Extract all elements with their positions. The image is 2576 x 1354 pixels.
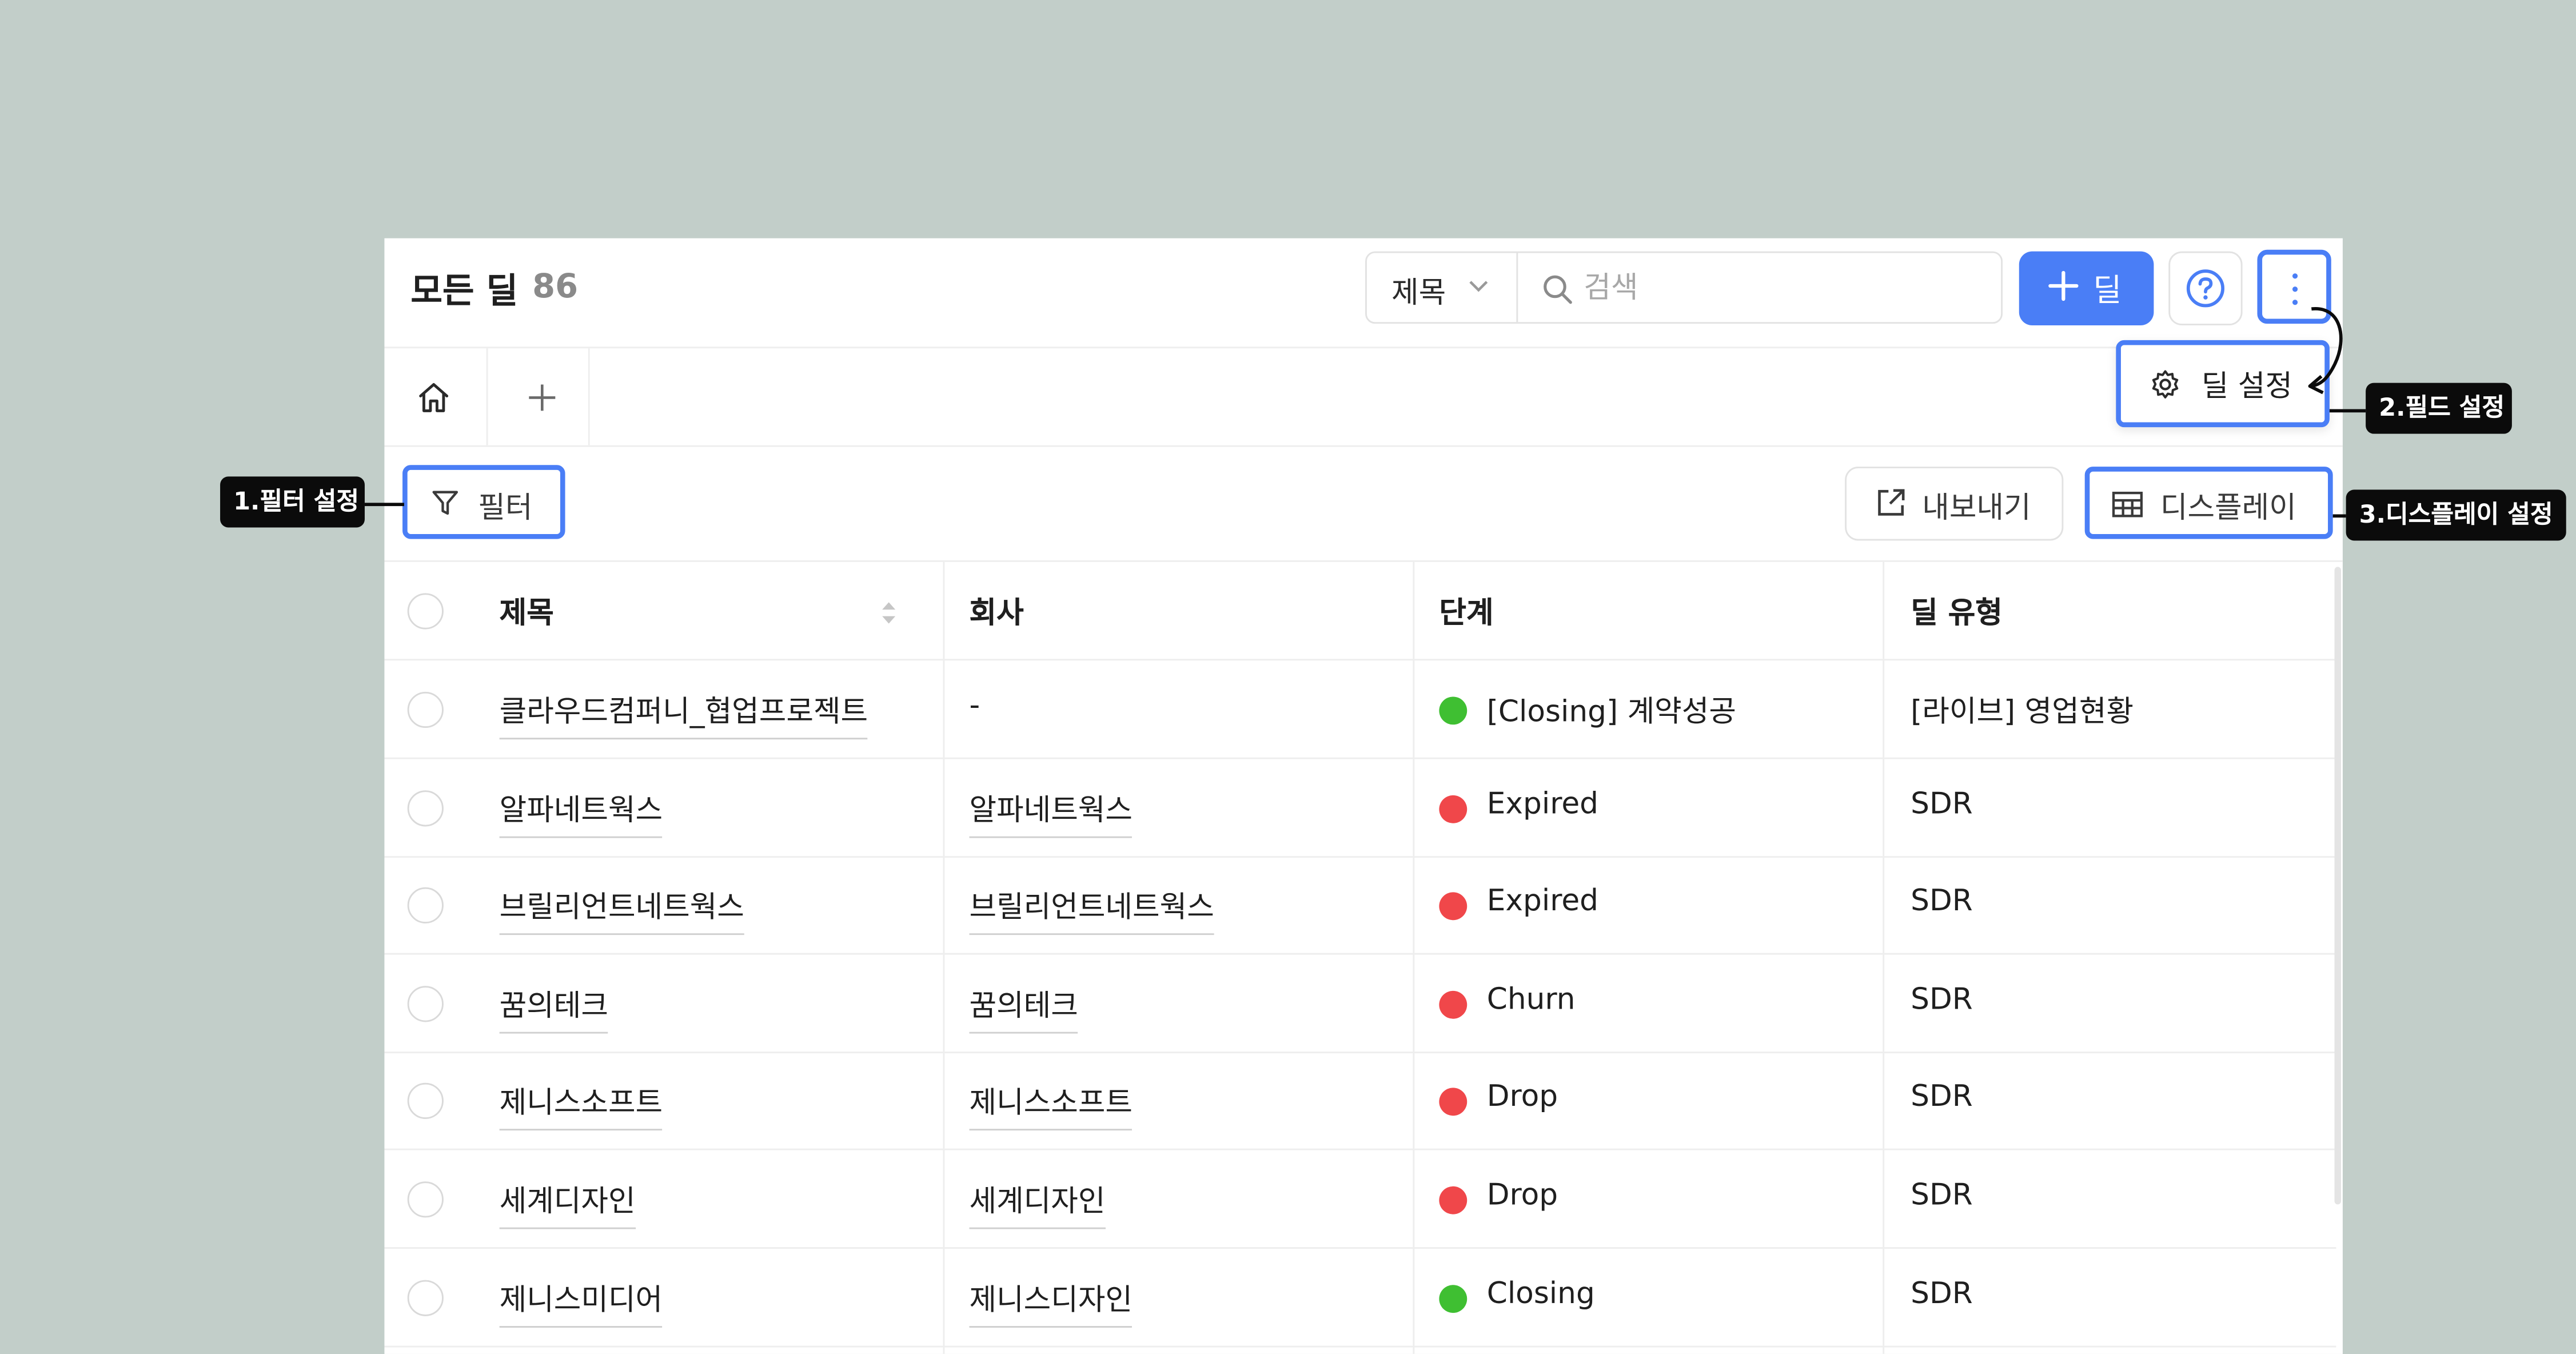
stage-cell: Churn: [1486, 982, 1576, 1017]
annotation-display: 3.디스플레이 설정: [2346, 489, 2566, 541]
column-divider: [1413, 561, 1415, 1354]
company-cell[interactable]: 알파네트웍스: [969, 786, 1133, 838]
stage-status-dot: [1439, 1186, 1468, 1214]
company-cell[interactable]: 브릴리언트네트웍스: [969, 885, 1214, 935]
stage-status-dot: [1439, 1088, 1468, 1117]
deal-title-link[interactable]: 알파네트웍스: [499, 786, 663, 838]
table-row[interactable]: 세계디자인 세계디자인 Drop SDR: [384, 1150, 2336, 1249]
deal-title-link[interactable]: 세계디자인: [499, 1178, 636, 1229]
deal-title-link[interactable]: 제니스미디어: [499, 1276, 663, 1327]
home-icon: [416, 380, 452, 423]
deal-title-link[interactable]: 제니스소프트: [499, 1080, 663, 1132]
column-header-company[interactable]: 회사: [969, 590, 1023, 633]
help-button[interactable]: [2168, 251, 2243, 325]
annotation-field: 2.필드 설정: [2366, 383, 2512, 434]
column-header-deal-type[interactable]: 딜 유형: [1911, 590, 2003, 633]
row-checkbox[interactable]: [407, 790, 444, 826]
search-field-label: 제목: [1391, 276, 1446, 311]
row-checkbox[interactable]: [407, 887, 444, 924]
table-row[interactable]: 클라우드컴퍼니_협업프로젝트 - [Closing] 계약성공 [라이브] 영업현황: [384, 660, 2336, 759]
table-row[interactable]: 알파네트웍스 알파네트웍스 Expired SDR: [384, 758, 2336, 857]
filter-label: 필터: [478, 491, 533, 526]
annotation-connector: [2329, 409, 2366, 413]
add-deal-label: 딜: [2093, 273, 2122, 309]
chevron-down-icon: [1465, 273, 1492, 305]
deal-type-cell: SDR: [1911, 786, 1973, 821]
stage-cell: Expired: [1486, 884, 1599, 919]
filter-button[interactable]: 필터: [402, 465, 565, 539]
annotation-filter: 1.필터 설정: [220, 476, 365, 528]
page-title: 모든 딜: [410, 271, 519, 311]
search-icon: [1541, 273, 1574, 312]
display-label: 디스플레이: [2160, 491, 2296, 526]
search-field-select[interactable]: 제목: [1367, 253, 1518, 322]
row-checkbox[interactable]: [407, 1279, 444, 1316]
sort-icon[interactable]: [880, 600, 897, 632]
deal-settings-label: 딜 설정: [2201, 369, 2292, 404]
table-icon: [2111, 489, 2144, 525]
tab-home[interactable]: [384, 348, 488, 445]
company-cell: -: [969, 688, 980, 723]
search-input[interactable]: [1580, 261, 1981, 314]
company-cell[interactable]: 꿈의테크: [969, 982, 1078, 1033]
help-icon: [2185, 268, 2226, 315]
deal-title-link[interactable]: 브릴리언트네트웍스: [499, 885, 744, 935]
column-divider: [1883, 561, 1885, 1354]
stage-cell: Drop: [1486, 1178, 1558, 1213]
company-cell[interactable]: 제니스소프트: [969, 1080, 1133, 1132]
filter-icon: [430, 488, 460, 524]
display-button[interactable]: 디스플레이: [2084, 467, 2333, 539]
deal-type-cell: SDR: [1911, 982, 1973, 1017]
tabs-divider: [384, 445, 2343, 447]
company-cell[interactable]: 제니스디자인: [969, 1276, 1133, 1327]
plus-icon: [526, 381, 559, 421]
deal-type-cell: SDR: [1911, 1178, 1973, 1213]
select-all-checkbox[interactable]: [407, 593, 444, 630]
search-box: 제목: [1365, 251, 2003, 324]
annotation-arrow: [2308, 307, 2343, 395]
stage-cell: Closing: [1486, 1276, 1595, 1311]
deal-type-cell: SDR: [1911, 1080, 1973, 1115]
company-cell[interactable]: 세계디자인: [969, 1178, 1106, 1229]
table-row[interactable]: 제니스미디어 제니스디자인 Closing SDR: [384, 1248, 2336, 1347]
deal-type-cell: SDR: [1911, 1276, 1973, 1311]
deal-type-cell: [라이브] 영업현황: [1911, 695, 2134, 730]
table-row[interactable]: 제니스소프트 제니스소프트 Drop SDR: [384, 1052, 2336, 1151]
deals-panel: 모든 딜 86 제목 딜: [384, 238, 2343, 1354]
plus-icon: [2047, 269, 2080, 309]
stage-status-dot: [1439, 794, 1468, 823]
annotation-connector: [364, 503, 404, 507]
deal-type-cell: SDR: [1911, 884, 1973, 919]
gear-icon: [2149, 368, 2182, 408]
deal-title-link[interactable]: 꿈의테크: [499, 982, 608, 1033]
stage-status-dot: [1439, 1284, 1468, 1312]
deal-title-link[interactable]: 클라우드컴퍼니_협업프로젝트: [499, 688, 868, 740]
annotation-connector: [2332, 514, 2346, 518]
stage-status-dot: [1439, 696, 1468, 725]
export-button[interactable]: 내보내기: [1845, 467, 2064, 541]
table-scrollbar[interactable]: [2334, 567, 2342, 1205]
screenshot-stage: 모든 딜 86 제목 딜: [0, 0, 2576, 1354]
row-checkbox[interactable]: [407, 985, 444, 1022]
table-row[interactable]: 꿈의테크 꿈의테크 Churn SDR: [384, 954, 2336, 1053]
column-header-stage[interactable]: 단계: [1439, 590, 1493, 633]
row-checkbox[interactable]: [407, 691, 444, 728]
column-header-title[interactable]: 제목: [500, 590, 554, 633]
stage-cell: [Closing] 계약성공: [1486, 695, 1736, 730]
header-divider: [384, 347, 2343, 349]
stage-status-dot: [1439, 990, 1468, 1019]
stage-cell: Expired: [1486, 786, 1599, 821]
table-row[interactable]: 브릴리언트네트웍스 브릴리언트네트웍스 Expired SDR: [384, 857, 2336, 955]
add-view-tab[interactable]: [487, 348, 590, 445]
stage-status-dot: [1439, 892, 1468, 921]
export-label: 내보내기: [1922, 491, 2031, 526]
stage-cell: Drop: [1486, 1080, 1558, 1115]
deal-count: 86: [532, 266, 579, 306]
export-icon: [1875, 487, 1907, 526]
row-checkbox[interactable]: [407, 1083, 444, 1120]
table-header-row: 제목 회사 단계 딜 유형: [384, 562, 2336, 661]
row-checkbox[interactable]: [407, 1181, 444, 1218]
add-deal-button[interactable]: 딜: [2019, 251, 2154, 325]
column-divider: [943, 561, 945, 1354]
